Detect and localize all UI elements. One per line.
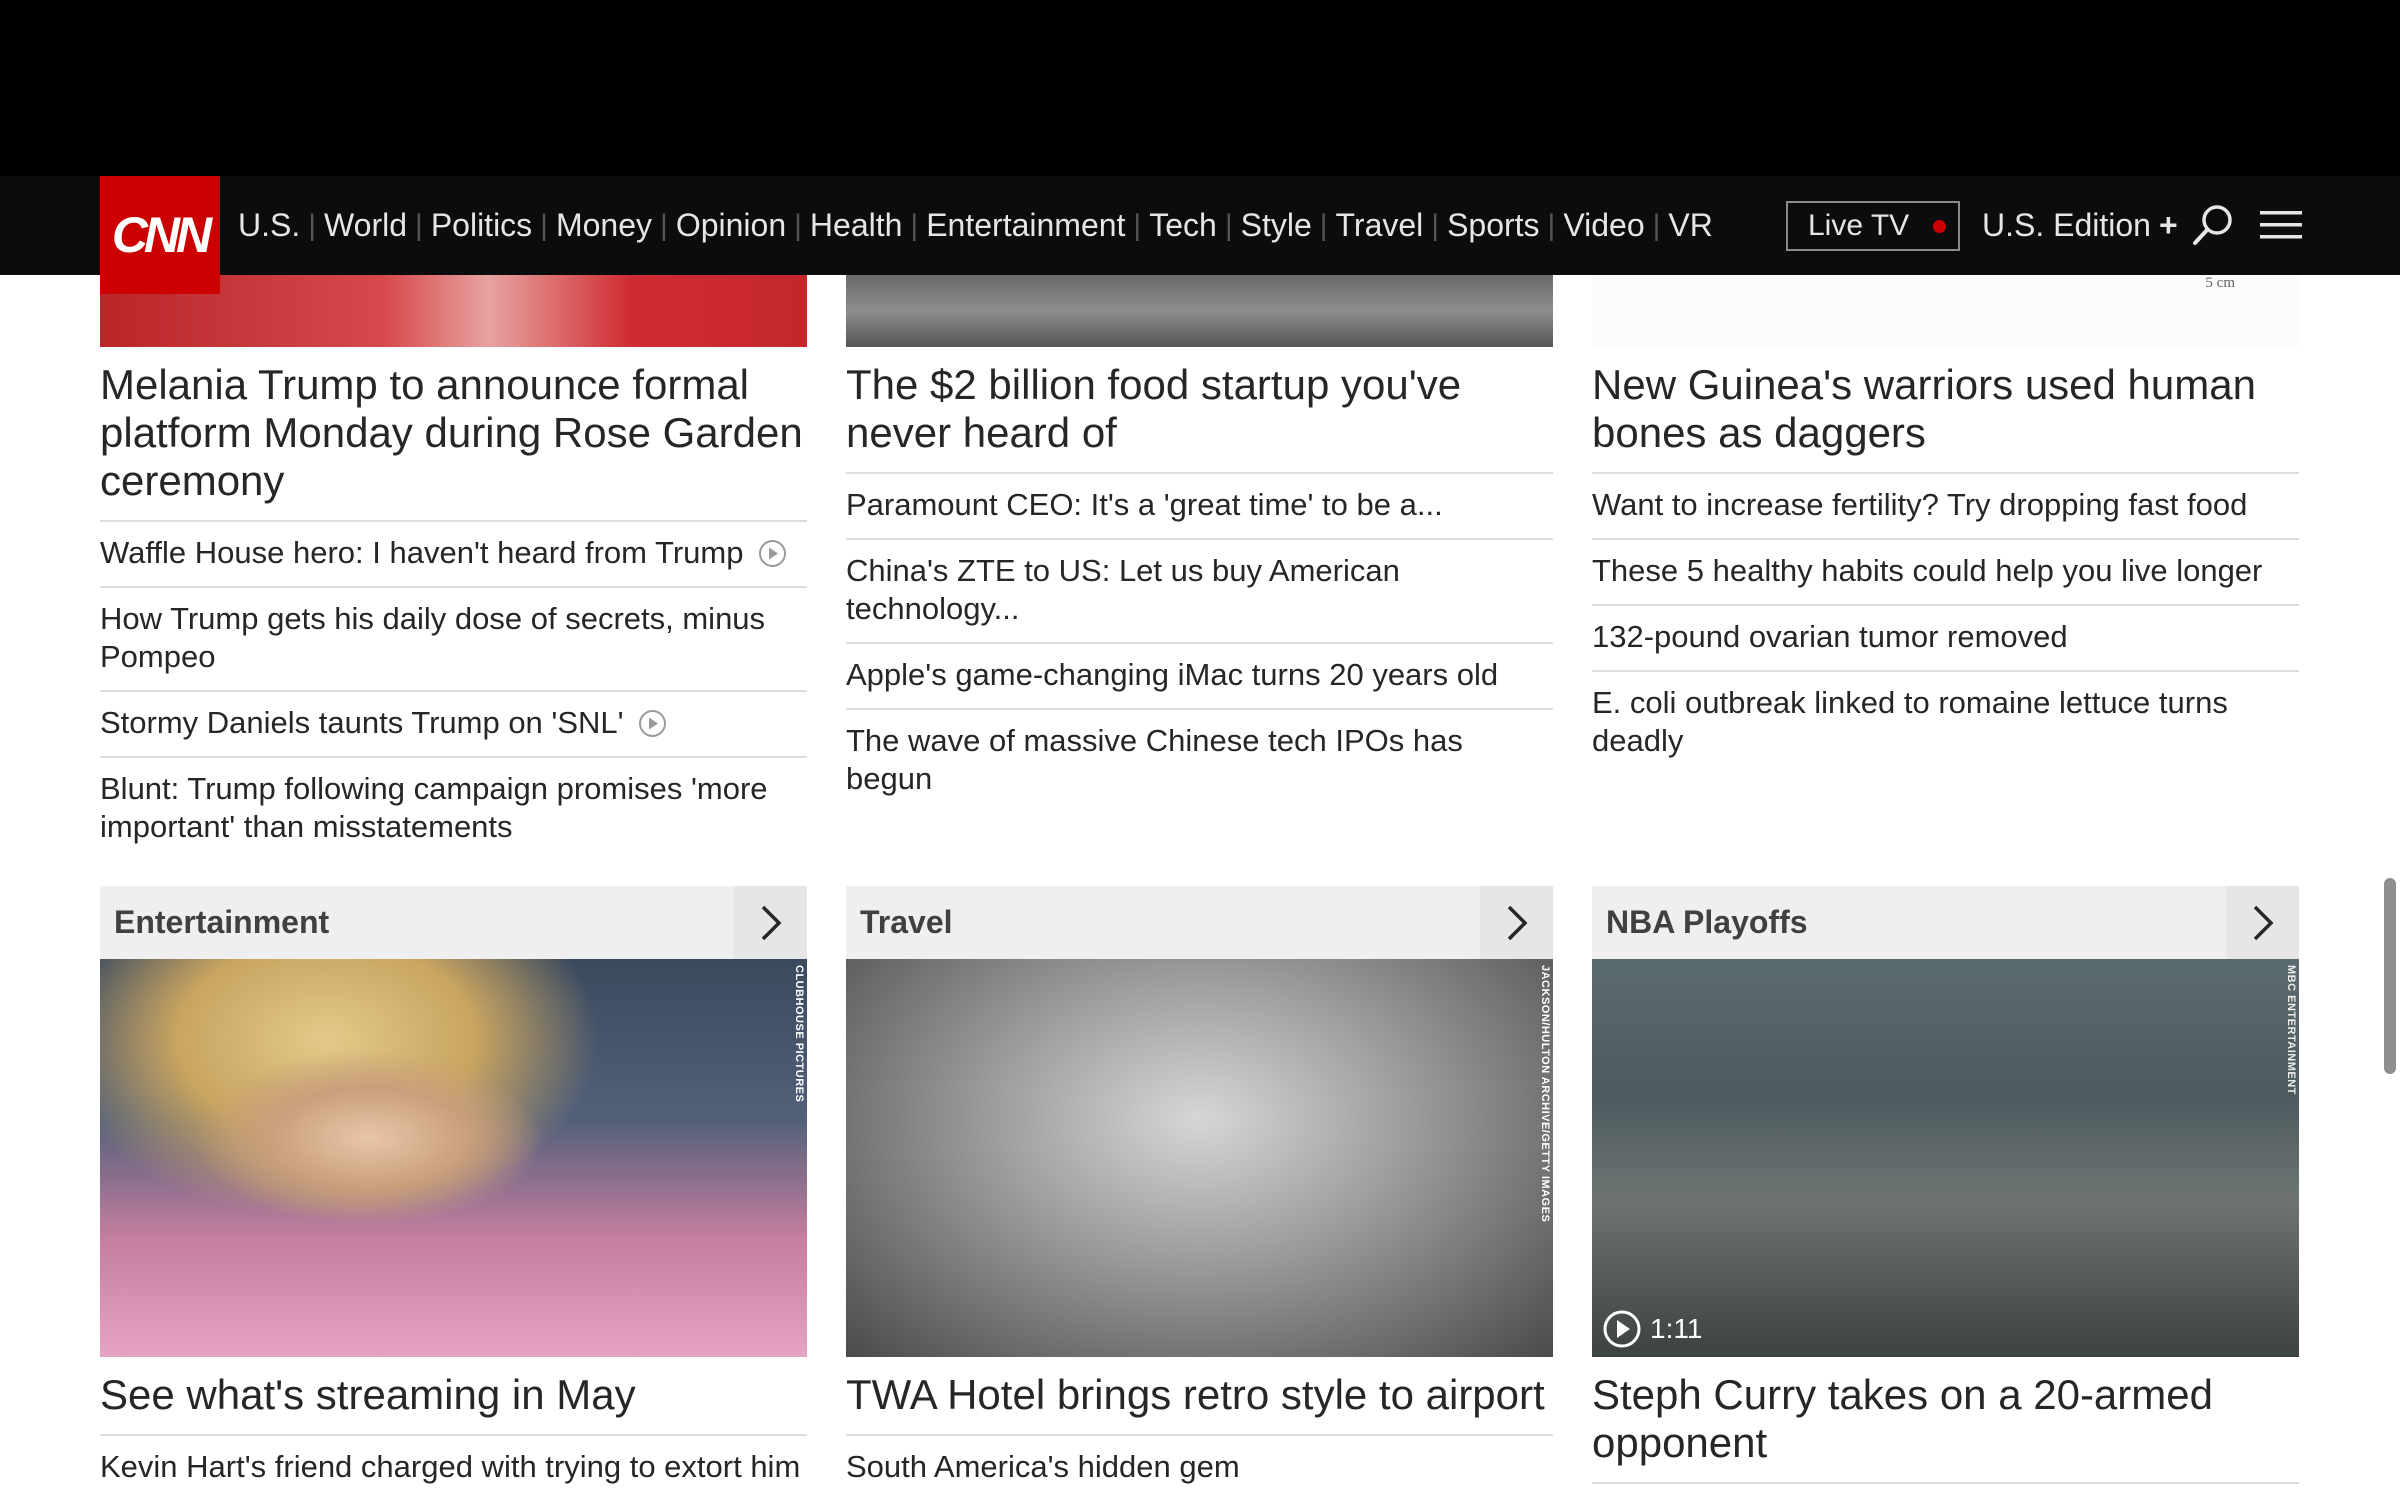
play-icon xyxy=(759,540,787,567)
nav-link-opinion[interactable]: Opinion xyxy=(676,207,786,244)
nav-separator: | xyxy=(1431,208,1440,242)
section-entertainment: Entertainment CLUBHOUSE PICTURES See wha… xyxy=(100,886,807,1500)
article-image[interactable]: JACKSON/HULTON ARCHIVE/GETTY IMAGES xyxy=(846,959,1553,1357)
list-item[interactable]: The wave of massive Chinese tech IPOs ha… xyxy=(846,710,1553,812)
nav-link-travel[interactable]: Travel xyxy=(1336,207,1424,244)
list-item[interactable]: Paramount CEO: It's a 'great time' to be… xyxy=(846,474,1553,540)
list-item[interactable]: China's ZTE to US: Let us buy American t… xyxy=(846,540,1553,644)
headline[interactable]: Steph Curry takes on a 20-armed opponent xyxy=(1592,1371,2299,1484)
nav-separator: | xyxy=(1547,208,1556,242)
list-item[interactable]: Stormy Daniels taunts Trump on 'SNL' xyxy=(100,692,807,758)
list-item[interactable]: Blunt: Trump following campaign promises… xyxy=(100,758,807,860)
headline[interactable]: See what's streaming in May xyxy=(100,1371,807,1436)
nav-separator: | xyxy=(415,208,423,242)
video-badge[interactable]: 1:11 xyxy=(1602,1309,1702,1349)
headline[interactable]: Melania Trump to announce formal platfor… xyxy=(100,361,807,522)
nav-link-style[interactable]: Style xyxy=(1241,207,1312,244)
article-image[interactable]: 5 cm xyxy=(1592,275,2299,347)
section-title[interactable]: NBA Playoffs xyxy=(1592,904,1808,941)
column-health: 5 cm New Guinea's warriors used human bo… xyxy=(1592,275,2299,774)
chevron-right-icon[interactable] xyxy=(734,886,807,959)
nav-link-vr[interactable]: VR xyxy=(1668,207,1712,244)
nav-separator: | xyxy=(540,208,548,242)
play-icon xyxy=(639,710,667,737)
live-dot-icon xyxy=(1933,219,1947,233)
play-icon xyxy=(1603,1310,1641,1348)
headline[interactable]: The $2 billion food startup you've never… xyxy=(846,361,1553,474)
search-icon[interactable] xyxy=(2190,202,2236,248)
list-item[interactable]: How Trump gets his daily dose of secrets… xyxy=(100,588,807,692)
chevron-right-icon[interactable] xyxy=(2226,886,2299,959)
column-money: The $2 billion food startup you've never… xyxy=(846,275,1553,812)
link-text[interactable]: Waffle House hero: I haven't heard from … xyxy=(100,535,743,570)
list-item[interactable]: Waffle House hero: I haven't heard from … xyxy=(100,522,807,588)
list-item[interactable]: E. coli outbreak linked to romaine lettu… xyxy=(1592,672,2299,774)
edition-label: U.S. Edition xyxy=(1982,207,2151,243)
section-header[interactable]: Travel xyxy=(846,886,1553,959)
nav-links: U.S. | World | Politics | Money | Opinio… xyxy=(238,176,1713,275)
nav-separator: | xyxy=(1133,208,1142,242)
list-item[interactable]: Want to increase fertility? Try dropping… xyxy=(1592,474,2299,540)
scrollbar-thumb[interactable] xyxy=(2384,878,2396,1074)
cnn-logo[interactable]: CNN xyxy=(100,176,220,294)
nav-separator: | xyxy=(1319,208,1328,242)
nav-link-health[interactable]: Health xyxy=(810,207,903,244)
photo-credit: JACKSON/HULTON ARCHIVE/GETTY IMAGES xyxy=(1539,965,1551,1223)
headline[interactable]: New Guinea's warriors used human bones a… xyxy=(1592,361,2299,474)
list-item[interactable]: Apple's game-changing iMac turns 20 year… xyxy=(846,644,1553,710)
list-item[interactable]: 132-pound ovarian tumor removed xyxy=(1592,606,2299,672)
nav-link-sports[interactable]: Sports xyxy=(1447,207,1539,244)
list-item[interactable]: Kevin Hart's friend charged with trying … xyxy=(100,1436,807,1500)
nav-separator: | xyxy=(1652,208,1661,242)
article-image[interactable] xyxy=(846,275,1553,347)
column-politics: Melania Trump to announce formal platfor… xyxy=(100,275,807,860)
list-item[interactable]: South America's hidden gem xyxy=(846,1436,1553,1500)
nav-separator: | xyxy=(794,208,802,242)
nav-link-money[interactable]: Money xyxy=(556,207,652,244)
article-image[interactable]: CLUBHOUSE PICTURES xyxy=(100,959,807,1357)
nav-link-entertainment[interactable]: Entertainment xyxy=(926,207,1125,244)
chevron-right-icon[interactable] xyxy=(1480,886,1553,959)
nav-link-politics[interactable]: Politics xyxy=(431,207,532,244)
video-thumbnail[interactable]: MBC ENTERTAINMENT 1:11 xyxy=(1592,959,2299,1357)
nav-separator: | xyxy=(308,208,317,242)
live-tv-label: Live TV xyxy=(1808,209,1910,242)
video-duration: 1:11 xyxy=(1650,1313,1703,1344)
section-nba-playoffs: NBA Playoffs MBC ENTERTAINMENT 1:11 Step… xyxy=(1592,886,2299,1484)
nav-link-video[interactable]: Video xyxy=(1563,207,1644,244)
top-navbar: CNN U.S. | World | Politics | Money | Op… xyxy=(0,176,2400,294)
nav-separator: | xyxy=(910,208,919,242)
list-item[interactable]: These 5 healthy habits could help you li… xyxy=(1592,540,2299,606)
photo-credit: MBC ENTERTAINMENT xyxy=(2285,965,2297,1095)
nav-separator: | xyxy=(660,208,668,242)
section-header[interactable]: NBA Playoffs xyxy=(1592,886,2299,959)
edition-selector[interactable]: U.S. Edition + xyxy=(1982,176,2178,275)
section-travel: Travel JACKSON/HULTON ARCHIVE/GETTY IMAG… xyxy=(846,886,1553,1500)
nav-link-us[interactable]: U.S. xyxy=(238,207,300,244)
photo-credit: CLUBHOUSE PICTURES xyxy=(793,965,805,1103)
menu-icon[interactable] xyxy=(2260,208,2302,242)
link-text[interactable]: Stormy Daniels taunts Trump on 'SNL' xyxy=(100,705,624,740)
headline[interactable]: TWA Hotel brings retro style to airport xyxy=(846,1371,1553,1436)
live-tv-button[interactable]: Live TV xyxy=(1786,201,1960,251)
image-caption: 5 cm xyxy=(2205,275,2235,291)
nav-link-tech[interactable]: Tech xyxy=(1149,207,1217,244)
section-title[interactable]: Travel xyxy=(846,904,953,941)
section-header[interactable]: Entertainment xyxy=(100,886,807,959)
nav-separator: | xyxy=(1224,208,1233,242)
top-black-bar xyxy=(0,0,2400,176)
section-title[interactable]: Entertainment xyxy=(100,904,329,941)
nav-link-world[interactable]: World xyxy=(324,207,407,244)
plus-icon: + xyxy=(2158,207,2178,243)
